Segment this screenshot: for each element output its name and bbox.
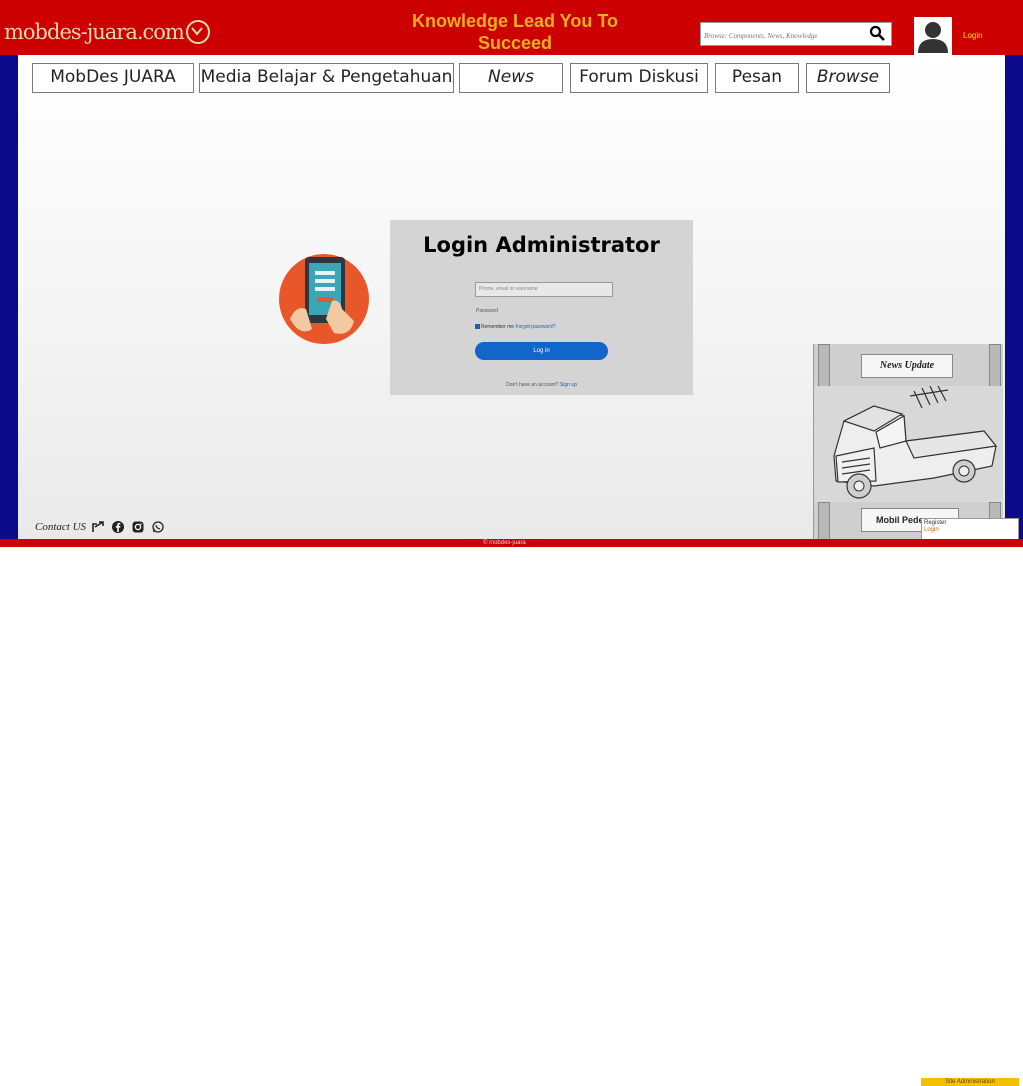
right-frame-bar <box>1005 0 1023 547</box>
login-panel: Login Administrator Phone, email or user… <box>390 220 693 395</box>
frame-post <box>989 344 1001 388</box>
news-header-strip: News Update <box>814 344 1003 388</box>
contact-label[interactable]: Contact US <box>35 521 86 533</box>
nav-mobdes-juara[interactable]: MobDes JUARA <box>32 63 194 93</box>
nav-pesan[interactable]: Pesan <box>715 63 799 93</box>
email-field[interactable]: Phone, email or username <box>475 282 613 297</box>
dropdown-item-login[interactable]: Login <box>924 527 1016 534</box>
password-label[interactable]: Password <box>476 308 498 314</box>
brand-name[interactable]: mobdes-juara.com <box>4 20 185 44</box>
remember-me-row: Remember me Forgot password? <box>475 324 556 330</box>
site-administration-tab[interactable]: Site Administration <box>921 1078 1019 1086</box>
account-dropdown[interactable]: Register Login <box>921 518 1019 540</box>
frame-post <box>818 502 830 542</box>
dropdown-item-register[interactable]: Register <box>924 520 1016 527</box>
share-icon[interactable] <box>92 518 104 537</box>
nav-media-belajar[interactable]: Media Belajar & Pengetahuan <box>199 63 454 93</box>
search-input[interactable] <box>701 26 867 46</box>
truck-image[interactable] <box>814 385 1003 502</box>
user-avatar[interactable] <box>914 17 952 55</box>
signup-text: Don't have an account? <box>506 382 559 388</box>
remember-label: Remember me <box>481 324 515 330</box>
social-links <box>92 517 167 537</box>
chevron-down-icon[interactable] <box>185 19 210 44</box>
search-icon[interactable] <box>869 25 885 45</box>
site-brand[interactable]: mobdes-juara.com <box>4 19 210 46</box>
frame-post <box>818 344 830 388</box>
nav-forum-diskusi[interactable]: Forum Diskusi <box>570 63 708 93</box>
login-button[interactable]: Log in <box>475 342 608 360</box>
site-tagline: Knowledge Lead You To Succeed <box>411 11 618 53</box>
login-illustration <box>276 249 372 345</box>
nav-browse[interactable]: Browse <box>806 63 890 93</box>
instagram-icon[interactable] <box>132 518 144 537</box>
forgot-password-link[interactable]: Forgot password? <box>515 324 555 330</box>
nav-news[interactable]: News <box>459 63 563 93</box>
search-box[interactable] <box>700 22 892 46</box>
remember-checkbox[interactable] <box>475 324 480 330</box>
signup-link[interactable]: Sign up <box>560 382 577 388</box>
login-link[interactable]: Login <box>963 31 983 40</box>
left-frame-bar <box>0 0 18 547</box>
news-widget: News Update Mobil Pedesaan <box>813 344 1003 542</box>
site-header: mobdes-juara.com Knowledge Lead You To S… <box>0 0 1023 55</box>
news-title[interactable]: News Update <box>861 354 953 378</box>
whatsapp-icon[interactable] <box>152 518 164 537</box>
login-title: Login Administrator <box>423 233 660 257</box>
footer-copyright: © mobdes-juara <box>483 540 526 546</box>
user-icon <box>918 22 948 53</box>
facebook-icon[interactable] <box>112 518 125 537</box>
site-footer: © mobdes-juara Site Administration <box>0 539 1023 1086</box>
signup-row: Don't have an account? Sign up <box>390 382 693 388</box>
